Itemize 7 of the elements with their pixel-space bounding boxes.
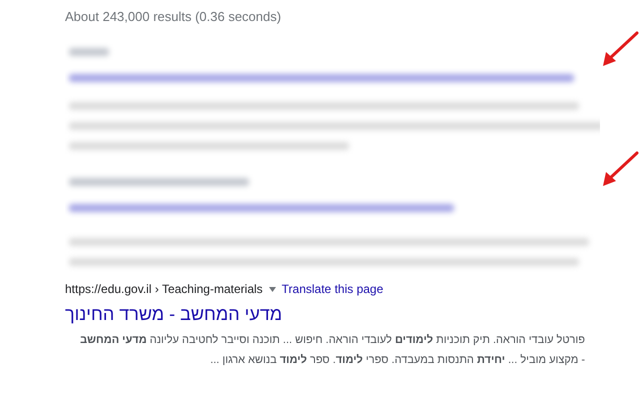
result-snippet: - מקצוע מוביל ... יחידת התנסות במעבדה. ספרי לימוד. ספר לימוד בנושא ארגון ... (210, 353, 585, 368)
caret-icon[interactable] (268, 286, 276, 292)
result-title[interactable]: מדעי המחשב - משרד החינוך (65, 302, 282, 326)
results-stats: About 243,000 results (0.36 seconds) (65, 8, 282, 26)
result-snippet: פורטל עובדי הוראה. תיק תוכניות לימודים לעובדי הוראה. חיפוש ... תוכנה וסייבר לחטיבה עליונה מדעי המחשב (80, 333, 585, 348)
result-url[interactable]: https://edu.gov.il › Teaching-materials (65, 280, 263, 298)
translate-link[interactable]: Translate this page (282, 280, 384, 298)
